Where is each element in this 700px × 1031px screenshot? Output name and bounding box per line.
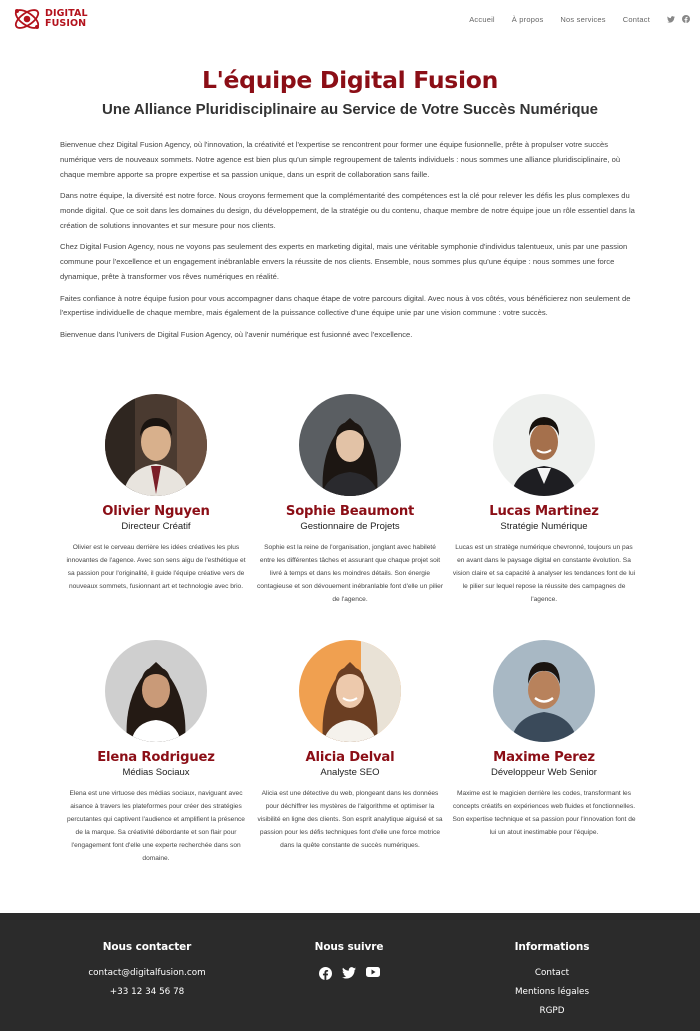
intro-paragraph: Bienvenue dans l'univers de Digital Fusi… bbox=[60, 329, 413, 339]
site-header: DIGITAL FUSION Accueil À propos Nos serv… bbox=[0, 0, 700, 38]
team-member-card: Alicia Delval Analyste SEO Alicia est un… bbox=[255, 640, 445, 852]
member-bio: Lucas est un stratège numérique chevronn… bbox=[452, 544, 636, 603]
avatar-photo bbox=[299, 394, 401, 496]
avatar-photo bbox=[493, 640, 595, 742]
twitter-icon[interactable] bbox=[667, 15, 675, 23]
logo-atom-icon bbox=[12, 4, 42, 34]
team-member-card: Lucas Martinez Stratégie Numérique Lucas… bbox=[449, 394, 639, 606]
footer-contact-title: Nous contacter bbox=[102, 941, 192, 953]
nav-link-nos-services[interactable]: Nos services bbox=[560, 15, 605, 24]
page-subtitle: Une Alliance Pluridisciplinaire au Servi… bbox=[101, 101, 599, 118]
intro-section: Bienvenue chez Digital Fusion Agency, où… bbox=[60, 138, 642, 350]
twitter-icon[interactable] bbox=[341, 967, 356, 979]
avatar-photo bbox=[105, 640, 207, 742]
member-role: Analyste SEO bbox=[320, 767, 380, 778]
footer-link-mentions-legales[interactable]: Mentions légales bbox=[452, 987, 652, 997]
logo-wordmark: DIGITAL FUSION bbox=[45, 9, 88, 29]
member-role: Stratégie Numérique bbox=[500, 521, 588, 532]
intro-paragraph: Dans notre équipe, la diversité est notr… bbox=[60, 191, 635, 230]
member-bio: Sophie est la reine de l'organisation, j… bbox=[257, 544, 444, 603]
member-role: Développeur Web Senior bbox=[491, 767, 597, 778]
footer-social-icons bbox=[249, 967, 449, 980]
avatar-photo bbox=[105, 394, 207, 496]
footer-follow-title: Nous suivre bbox=[314, 941, 384, 953]
member-name: Lucas Martinez bbox=[489, 504, 599, 519]
logo-line-2: FUSION bbox=[45, 18, 87, 29]
member-name: Maxime Perez bbox=[493, 750, 595, 765]
footer-phone-link[interactable]: +33 12 34 56 78 bbox=[47, 987, 247, 997]
brand-logo[interactable]: DIGITAL FUSION bbox=[12, 4, 94, 34]
member-role: Directeur Créatif bbox=[121, 521, 191, 532]
youtube-icon[interactable] bbox=[365, 967, 380, 977]
member-role: Médias Sociaux bbox=[122, 767, 190, 778]
nav-link-contact[interactable]: Contact bbox=[623, 15, 650, 24]
team-member-card: Elena Rodriguez Médias Sociaux Elena est… bbox=[61, 640, 251, 865]
avatar-photo bbox=[493, 394, 595, 496]
avatar-photo bbox=[299, 640, 401, 742]
footer-email-link[interactable]: contact@digitalfusion.com bbox=[47, 968, 247, 978]
team-member-card: Sophie Beaumont Gestionnaire de Projets … bbox=[255, 394, 445, 606]
team-member-card: Maxime Perez Développeur Web Senior Maxi… bbox=[449, 640, 639, 839]
nav-link-a-propos[interactable]: À propos bbox=[512, 15, 544, 24]
intro-paragraph: Chez Digital Fusion Agency, nous ne voyo… bbox=[60, 242, 628, 281]
site-footer: Nous contacter contact@digitalfusion.com… bbox=[0, 913, 700, 1031]
member-bio: Olivier est le cerveau derrière les idée… bbox=[66, 544, 246, 590]
footer-follow-column: Nous suivre bbox=[249, 941, 449, 980]
member-name: Elena Rodriguez bbox=[97, 750, 215, 765]
footer-link-contact[interactable]: Contact bbox=[452, 968, 652, 978]
facebook-icon[interactable] bbox=[318, 967, 332, 980]
footer-info-column: Informations Contact Mentions légales RG… bbox=[452, 941, 652, 1016]
nav-link-accueil[interactable]: Accueil bbox=[469, 15, 495, 24]
member-name: Olivier Nguyen bbox=[102, 504, 210, 519]
page-title: L'équipe Digital Fusion bbox=[201, 66, 499, 94]
member-bio: Maxime est le magicien derrière les code… bbox=[452, 790, 636, 836]
intro-paragraph: Faites confiance à notre équipe fusion p… bbox=[60, 293, 631, 318]
footer-info-title: Informations bbox=[514, 941, 590, 953]
member-name: Sophie Beaumont bbox=[285, 504, 415, 519]
facebook-icon[interactable] bbox=[682, 15, 690, 23]
intro-paragraph: Bienvenue chez Digital Fusion Agency, où… bbox=[60, 140, 621, 179]
footer-link-rgpd[interactable]: RGPD bbox=[452, 1006, 652, 1016]
member-bio: Alicia est une détective du web, plongea… bbox=[257, 790, 443, 849]
member-name: Alicia Delval bbox=[305, 750, 395, 765]
footer-contact-column: Nous contacter contact@digitalfusion.com… bbox=[47, 941, 247, 997]
member-role: Gestionnaire de Projets bbox=[300, 521, 400, 532]
main-nav: Accueil À propos Nos services Contact bbox=[469, 14, 700, 24]
member-bio: Elena est une virtuose des médias sociau… bbox=[67, 790, 245, 862]
header-social bbox=[660, 15, 690, 23]
team-member-card: Olivier Nguyen Directeur Créatif Olivier… bbox=[61, 394, 251, 593]
